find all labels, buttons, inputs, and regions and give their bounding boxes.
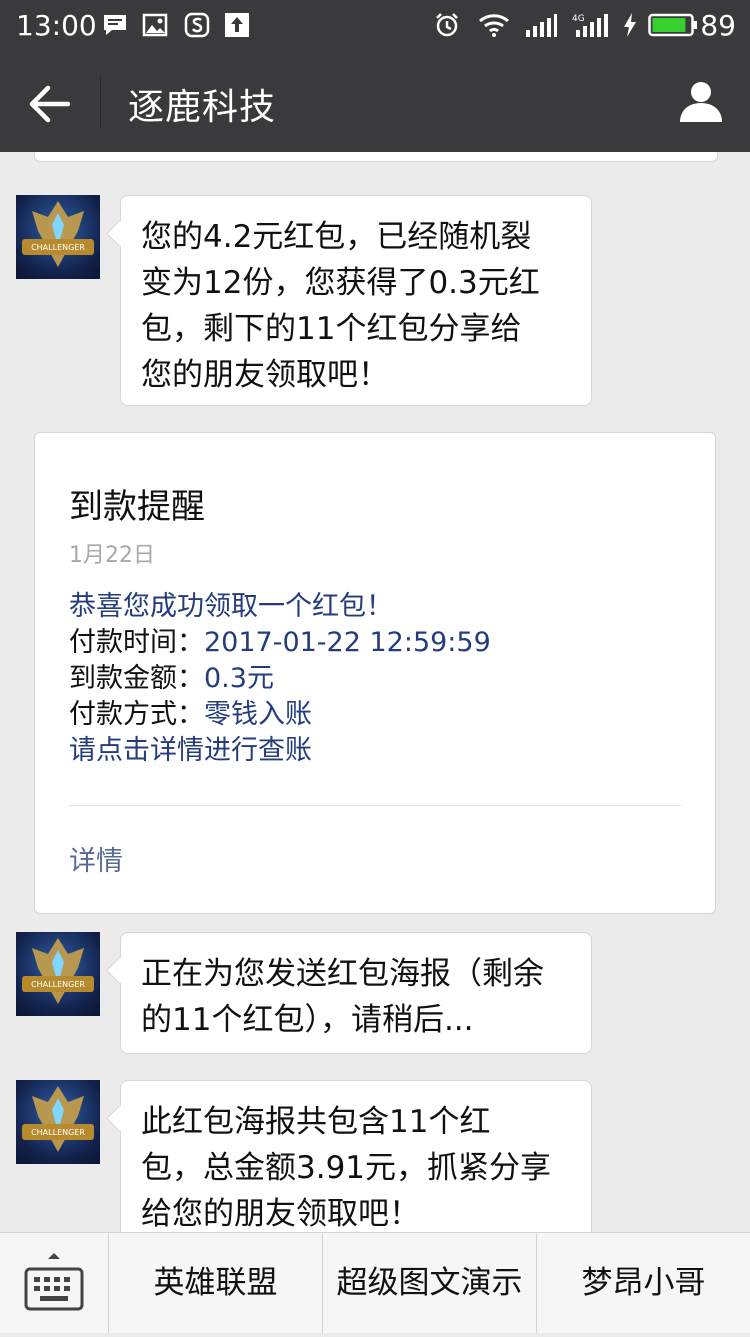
bottom-menu-bar: 英雄联盟 超级图文演示 梦昂小哥 (0, 1232, 750, 1333)
menu-item-league-of-legends[interactable]: 英雄联盟 (108, 1233, 322, 1333)
keyboard-icon (24, 1253, 84, 1311)
battery-icon (648, 13, 697, 37)
avatar-text: CHALLENGER (31, 243, 85, 252)
message-line: 变为12份，您获得了0.3元红 (141, 265, 540, 301)
challenger-logo-icon: CHALLENGER (22, 201, 94, 267)
message-line: 的11个红包），请稍后... (141, 1002, 474, 1038)
status-time: 13:00 (16, 9, 97, 42)
signal-4g-icon: 4G (572, 14, 608, 37)
challenger-logo-icon: CHALLENGER (22, 1086, 94, 1152)
payment-notice-card[interactable]: 到款提醒 1月22日 恭喜您成功领取一个红包！ 付款时间：2017-01-22 … (34, 432, 716, 914)
card-line-payment-time: 付款时间：2017-01-22 12:59:59 (69, 627, 491, 658)
challenger-logo-icon: CHALLENGER (22, 938, 94, 1004)
avatar-text: CHALLENGER (31, 1128, 85, 1137)
message-line: 您的朋友领取吧！ (141, 357, 389, 393)
message-line: 正在为您发送红包海报（剩余 (141, 956, 544, 992)
message-icon (104, 15, 126, 35)
message-line: 给您的朋友领取吧！ (141, 1196, 420, 1232)
card-content: 恭喜您成功领取一个红包！ 付款时间：2017-01-22 12:59:59 到款… (69, 589, 491, 769)
previous-message-card (34, 152, 718, 162)
sender-avatar[interactable]: CHALLENGER (16, 932, 100, 1016)
card-line-greeting: 恭喜您成功领取一个红包！ (69, 591, 393, 622)
avatar-text: CHALLENGER (31, 980, 85, 989)
message-line: 此红包海报共包含11个红 (141, 1104, 491, 1140)
message-bubble-3[interactable]: 正在为您发送红包海报（剩余 的11个红包），请稍后... (120, 932, 592, 1054)
charging-icon (624, 13, 636, 37)
message-bubble-1[interactable]: 您的4.2元红包，已经随机裂 变为12份，您获得了0.3元红 包，剩下的11个红… (120, 195, 592, 406)
chat-area[interactable]: CHALLENGER 您的4.2元红包，已经随机裂 变为12份，您获得了0.3元… (0, 152, 750, 1232)
battery-percent: 89 (700, 9, 736, 42)
wifi-icon (479, 14, 509, 37)
s-app-icon (184, 12, 210, 38)
card-divider (69, 805, 681, 806)
keyboard-toggle-button[interactable] (0, 1233, 108, 1333)
message-line: 包，总金额3.91元，抓紧分享 (141, 1150, 552, 1186)
card-date: 1月22日 (69, 543, 155, 568)
card-detail-link[interactable]: 详情 (69, 839, 123, 878)
menu-item-super-graphics-demo[interactable]: 超级图文演示 (322, 1233, 536, 1333)
card-line-instruction: 请点击详情进行查账 (69, 735, 312, 766)
sender-avatar[interactable]: CHALLENGER (16, 195, 100, 279)
card-line-method: 付款方式：零钱入账 (69, 699, 312, 730)
message-bubble-4[interactable]: 此红包海报共包含11个红 包，总金额3.91元，抓紧分享 给您的朋友领取吧！ (120, 1080, 592, 1232)
card-line-amount: 到款金额：0.3元 (69, 663, 274, 694)
alarm-icon (436, 13, 458, 37)
header-divider (100, 76, 101, 128)
back-arrow-icon[interactable] (26, 82, 74, 126)
menu-item-mengang-xiaoge[interactable]: 梦昂小哥 (536, 1233, 750, 1333)
page-title: 逐鹿科技 (128, 87, 277, 128)
image-icon (142, 13, 168, 37)
network-type-label: 4G (572, 14, 585, 24)
upload-icon (225, 13, 249, 37)
chat-header: 逐鹿科技 (0, 52, 750, 152)
person-icon[interactable] (678, 78, 724, 124)
signal-icon (526, 14, 557, 37)
sender-avatar[interactable]: CHALLENGER (16, 1080, 100, 1164)
card-title: 到款提醒 (69, 487, 205, 527)
message-line: 包，剩下的11个红包分享给 (141, 311, 522, 347)
status-bar: 13:00 4G 89 (0, 0, 750, 52)
message-line: 您的4.2元红包，已经随机裂 (141, 219, 532, 255)
